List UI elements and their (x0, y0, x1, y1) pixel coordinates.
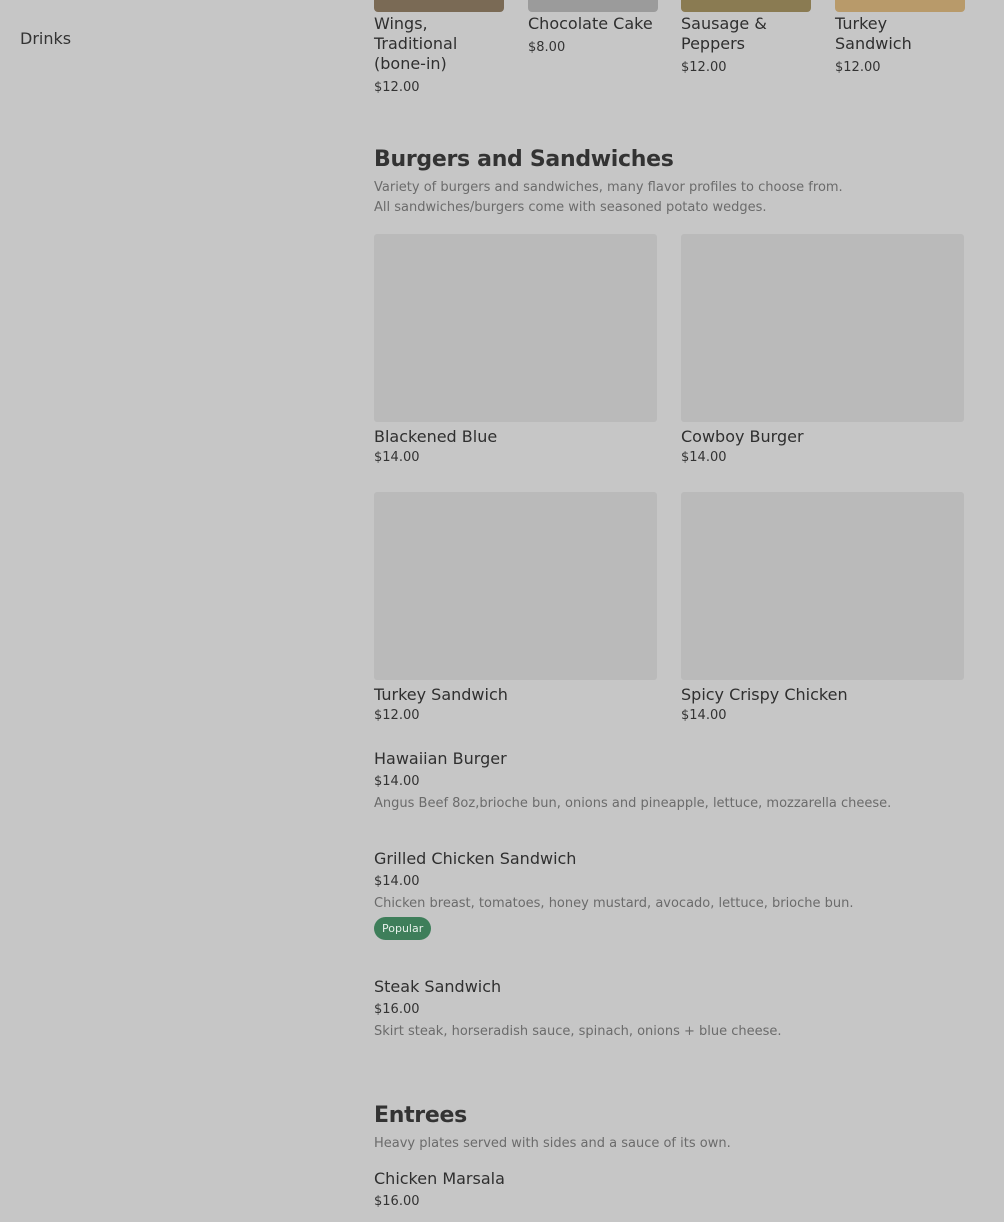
item-image (681, 0, 811, 12)
popular-badge: Popular (374, 917, 432, 940)
item-image (374, 492, 657, 680)
item-price: $16.00 (374, 1194, 420, 1209)
item-price: $8.00 (528, 40, 566, 55)
item-price: $12.00 (835, 60, 881, 75)
item-name: Grilled Chicken Sandwich (374, 849, 577, 868)
sidebar-item-drinks[interactable]: Drinks (20, 29, 71, 48)
item-name: Sausage & Peppers (681, 14, 767, 53)
item-name: Turkey Sandwich (835, 14, 912, 53)
item-name: Wings, Traditional (bone-in) (374, 14, 458, 73)
menu-list-item[interactable]: Chicken Marsala $16.00 (374, 1169, 964, 1209)
item-name: Blackened Blue (374, 427, 498, 446)
item-image (681, 492, 964, 680)
category-sidebar: Drinks (0, 0, 340, 1222)
item-name: Spicy Crispy Chicken (681, 685, 848, 704)
menu-item-card[interactable]: Turkey Sandwich $12.00 (374, 492, 657, 723)
menu-list-item[interactable]: Hawaiian Burger $14.00 Angus Beef 8oz,br… (374, 749, 964, 811)
item-price: $14.00 (681, 708, 727, 723)
item-price: $14.00 (374, 450, 420, 465)
menu-item-card[interactable]: Cowboy Burger $14.00 (681, 234, 964, 465)
menu-item-card[interactable]: Spicy Crispy Chicken $14.00 (681, 492, 964, 723)
item-image (374, 0, 504, 12)
item-name: Cowboy Burger (681, 427, 804, 446)
item-price: $14.00 (374, 874, 420, 889)
item-image (835, 0, 965, 12)
section-description: All sandwiches/burgers come with seasone… (374, 200, 767, 215)
menu-list-item[interactable]: Steak Sandwich $16.00 Skirt steak, horse… (374, 977, 964, 1039)
item-price: $12.00 (681, 60, 727, 75)
item-description: Chicken breast, tomatoes, honey mustard,… (374, 896, 854, 911)
item-name: Steak Sandwich (374, 977, 502, 996)
item-price: $14.00 (681, 450, 727, 465)
menu-item-card[interactable]: Blackened Blue $14.00 (374, 234, 657, 465)
item-description: Angus Beef 8oz,brioche bun, onions and p… (374, 796, 892, 811)
menu-list-item[interactable]: Grilled Chicken Sandwich $14.00 Chicken … (374, 849, 964, 940)
item-name: Turkey Sandwich (374, 685, 508, 704)
section-description: Variety of burgers and sandwiches, many … (374, 180, 843, 195)
item-price: $12.00 (374, 708, 420, 723)
section-title-entrees: Entrees (374, 1103, 467, 1128)
item-image (374, 234, 657, 422)
item-name: Chocolate Cake (528, 14, 653, 33)
item-description: Skirt steak, horseradish sauce, spinach,… (374, 1024, 782, 1039)
item-price: $16.00 (374, 1002, 420, 1017)
section-description: Heavy plates served with sides and a sau… (374, 1136, 731, 1151)
item-image (528, 0, 658, 12)
item-image (681, 234, 964, 422)
item-name: Hawaiian Burger (374, 749, 507, 768)
item-price: $12.00 (374, 80, 420, 95)
popular-items-row: Wings, Traditional (bone-in) $12.00 Choc… (374, 0, 965, 110)
section-title-burgers: Burgers and Sandwiches (374, 147, 674, 172)
item-name: Chicken Marsala (374, 1169, 505, 1188)
item-price: $14.00 (374, 774, 420, 789)
